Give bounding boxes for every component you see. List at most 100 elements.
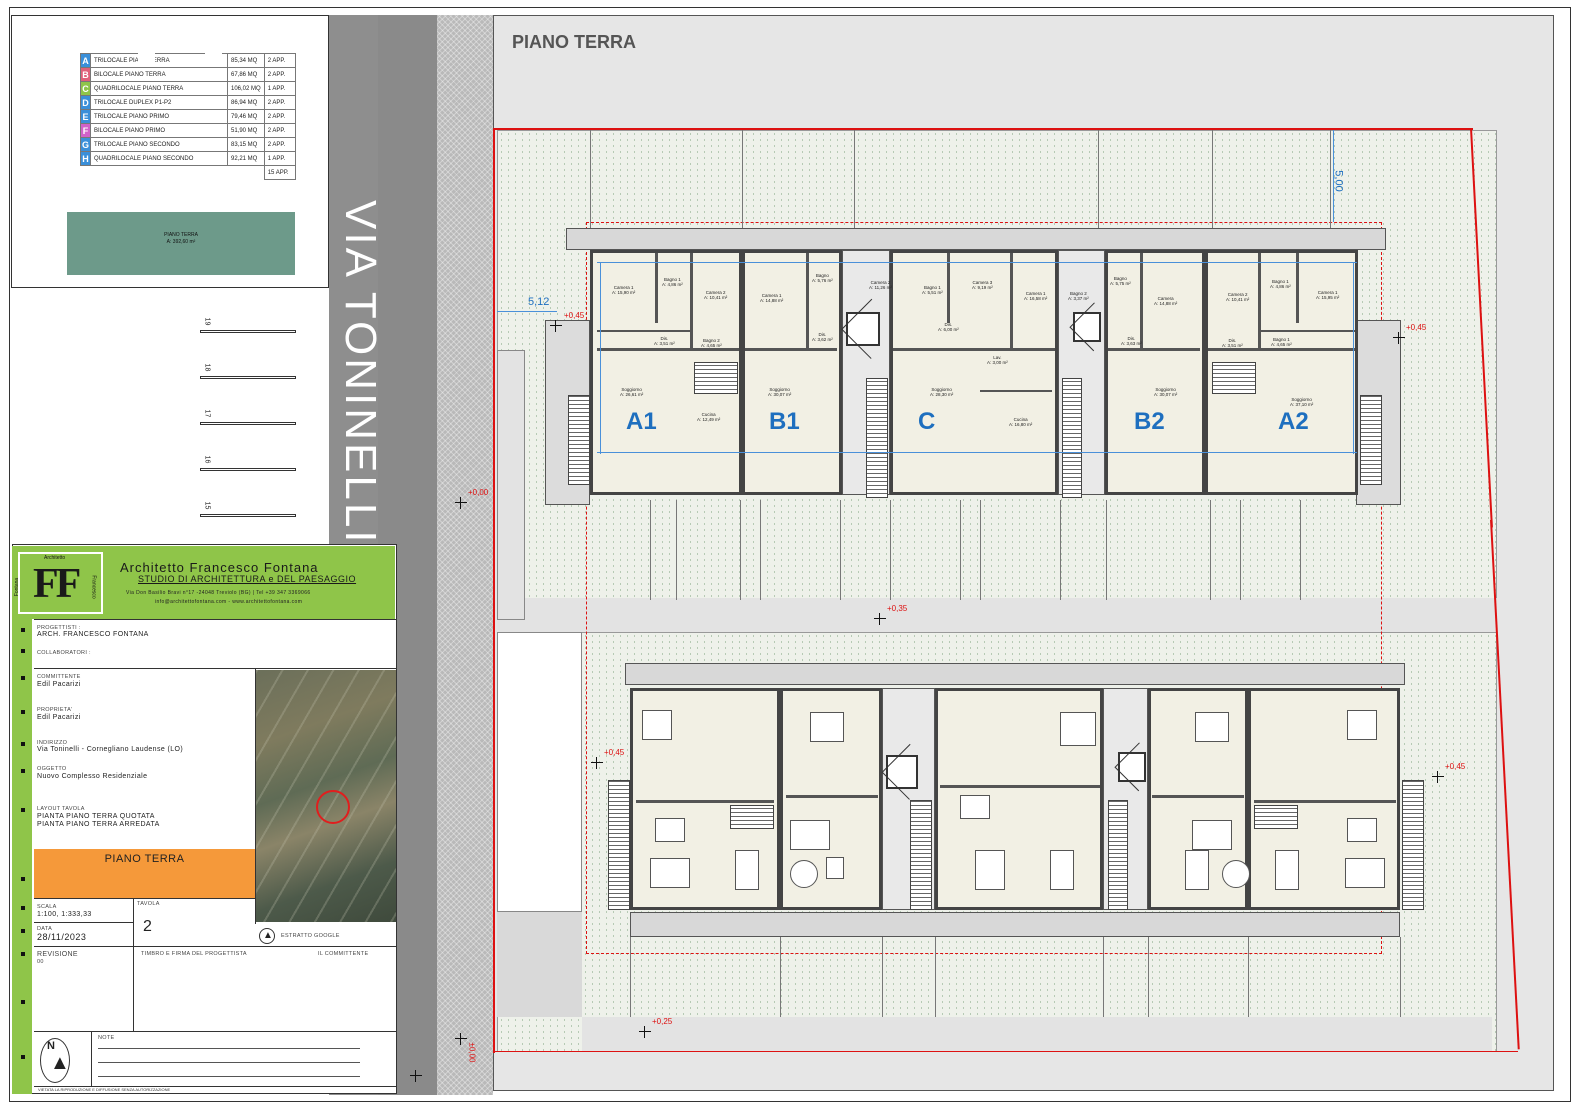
legend-count: 1 APP. bbox=[263, 81, 296, 96]
room-area: A: 14,88 m² bbox=[1154, 301, 1178, 306]
field-label-subject: OGGETTO bbox=[37, 766, 67, 772]
unit-label-a2: A2 bbox=[1278, 408, 1309, 435]
room-label: Camera 3 A: 9,19 m² bbox=[972, 280, 993, 290]
field-value-owner: Edil Pacarizi bbox=[37, 714, 81, 721]
divider bbox=[34, 946, 396, 947]
parking-number: 17 bbox=[203, 409, 211, 418]
parking-stripe bbox=[200, 468, 296, 471]
sofa bbox=[650, 858, 690, 888]
architect-name: Architetto Francesco Fontana bbox=[120, 560, 319, 575]
lot-boundary bbox=[493, 128, 495, 1053]
room-area: A: 3,51 m² bbox=[654, 341, 675, 346]
room-label: Camera 2 A: 10,41 m² bbox=[704, 290, 727, 300]
fence-line bbox=[1210, 500, 1211, 600]
internal-stair bbox=[694, 362, 738, 394]
plan-title: PIANO TERRA bbox=[512, 32, 637, 52]
legend-total-row: 15 APP. bbox=[81, 165, 296, 180]
unit-label-c: C bbox=[918, 408, 936, 435]
room-area: A: 9,19 m² bbox=[972, 285, 993, 290]
unit-b1 bbox=[742, 250, 842, 495]
wall bbox=[786, 795, 878, 798]
divider bbox=[34, 922, 134, 923]
bullet-mark bbox=[21, 742, 25, 746]
room-area: A: 5,51 m² bbox=[922, 290, 943, 295]
field-label-client: COMMITTENTE bbox=[37, 674, 81, 680]
legend-count: 2 APP. bbox=[263, 95, 296, 110]
studio-contacts: info@architettofontana.com - www.archite… bbox=[155, 599, 303, 605]
field-value-layout-1: PIANTA PIANO TERRA QUOTATA bbox=[37, 813, 155, 820]
fence-line bbox=[760, 500, 761, 600]
lot-boundary bbox=[493, 1051, 1518, 1052]
wall bbox=[1258, 253, 1261, 348]
bullet-mark bbox=[21, 676, 25, 680]
date-value: 28/11/2023 bbox=[37, 932, 87, 942]
lift-shaft bbox=[846, 312, 880, 346]
fence-line bbox=[1330, 130, 1331, 228]
field-label-collaborators: COLLABORATORI : bbox=[37, 650, 91, 656]
revision-label: REVISIONE bbox=[37, 951, 78, 958]
wall bbox=[1254, 800, 1396, 803]
wall bbox=[636, 800, 774, 803]
legend-row: D TRILOCALE DUPLEX P1-P2 86,94 MQ 2 APP. bbox=[80, 95, 296, 110]
ramp bbox=[497, 632, 582, 912]
legend-count: 2 APP. bbox=[263, 123, 296, 138]
field-value-designers: ARCH. FRANCESCO FONTANA bbox=[37, 631, 149, 638]
sheet-title: PIANO TERRA bbox=[104, 853, 185, 865]
ramp-paving bbox=[497, 912, 582, 1017]
fence-line bbox=[1240, 500, 1241, 600]
bullet-mark bbox=[21, 952, 25, 956]
note-line bbox=[98, 1048, 360, 1049]
fence-line bbox=[1248, 937, 1249, 1017]
legend-count: 2 APP. bbox=[263, 53, 296, 68]
bullet-mark bbox=[21, 877, 25, 881]
mini-plan-notch bbox=[205, 17, 222, 63]
wall bbox=[893, 348, 1055, 351]
bullet-mark bbox=[21, 769, 25, 773]
wall bbox=[940, 785, 1100, 788]
staircase bbox=[1062, 378, 1082, 498]
legend-area: 92,21 MQ bbox=[227, 151, 265, 166]
level-marker bbox=[455, 1033, 467, 1045]
side-path bbox=[497, 350, 525, 620]
logo-top-text: Architetto bbox=[44, 555, 66, 561]
legend-count: 2 APP. bbox=[263, 109, 296, 124]
unit-label-a1: A1 bbox=[626, 408, 657, 435]
legend-row: E TRILOCALE PIANO PRIMO 79,46 MQ 2 APP. bbox=[80, 109, 296, 124]
fence-line bbox=[1212, 130, 1213, 228]
divider bbox=[133, 898, 134, 1031]
bullet-mark bbox=[21, 929, 25, 933]
notes-label: NOTE bbox=[98, 1035, 115, 1041]
room-area: A: 30,07 m² bbox=[768, 392, 792, 397]
fence-line bbox=[1300, 500, 1301, 600]
room-area: A: 26,61 m² bbox=[620, 392, 644, 397]
wall bbox=[745, 348, 837, 351]
room-label: Bagno A: 5,76 m² bbox=[812, 273, 833, 283]
bullet-mark bbox=[21, 1000, 25, 1004]
level-label: ±0,00 bbox=[467, 1042, 477, 1063]
south-path bbox=[582, 1017, 1492, 1051]
studio-name: STUDIO DI ARCHITETTURA e DEL PAESAGGIO bbox=[138, 574, 357, 584]
dining-table bbox=[655, 818, 685, 842]
lot-boundary bbox=[493, 128, 1473, 130]
level-marker bbox=[639, 1026, 651, 1038]
kitchen-island bbox=[735, 850, 759, 890]
bullet-mark bbox=[21, 649, 25, 653]
level-label: +0,45 bbox=[604, 748, 625, 757]
north-arrow-glyph: ▲ bbox=[263, 930, 273, 941]
unit-label-b1: B1 bbox=[769, 408, 800, 435]
dimension-line bbox=[597, 452, 1357, 453]
bullet-mark bbox=[21, 1055, 25, 1059]
legend-letter: D bbox=[80, 95, 91, 110]
legend-area: 106,02 MQ bbox=[227, 81, 265, 96]
wall bbox=[980, 390, 1052, 392]
parking-number: 18 bbox=[203, 363, 211, 372]
wall bbox=[1260, 330, 1355, 332]
room-area: A: 4,86 m² bbox=[662, 282, 683, 287]
room-label: Camera 2 A: 11,26 m² bbox=[869, 280, 892, 290]
dining-table bbox=[960, 795, 990, 819]
unit-b2 bbox=[1105, 250, 1205, 495]
legend-total: 15 APP. bbox=[263, 165, 296, 180]
bed bbox=[642, 710, 672, 740]
room-label: Cucina A: 16,80 m² bbox=[1009, 417, 1032, 427]
parking-stripe bbox=[200, 376, 296, 379]
